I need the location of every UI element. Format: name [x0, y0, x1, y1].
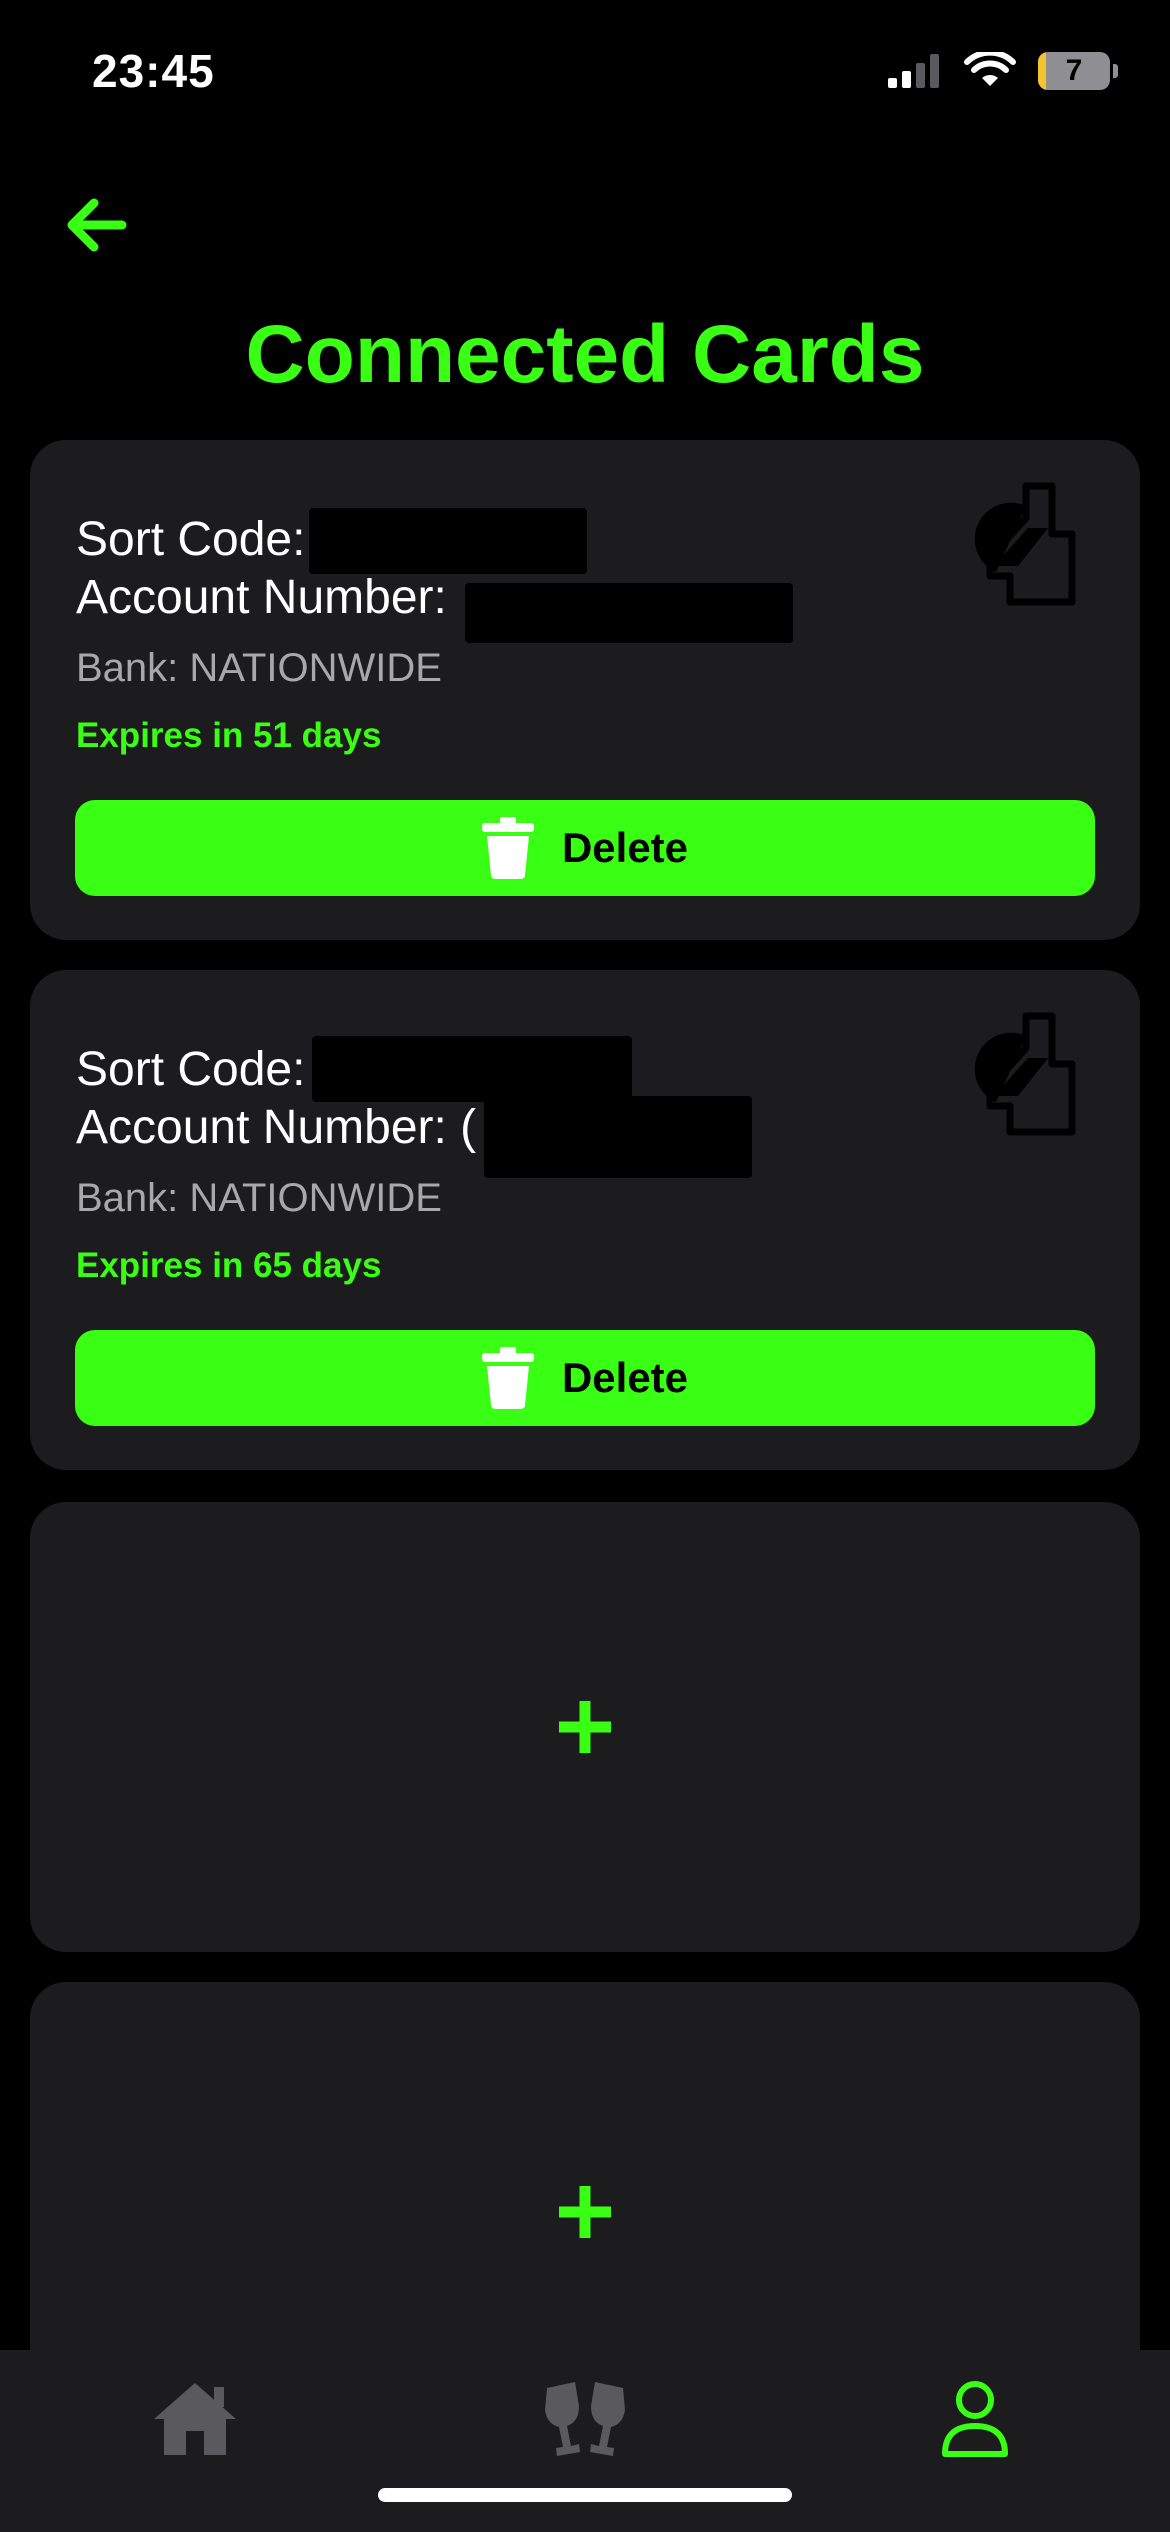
bank-name: Bank: NATIONWIDE: [76, 1176, 442, 1220]
tab-home[interactable]: [135, 2368, 255, 2468]
expiry-text: Expires in 51 days: [76, 716, 382, 755]
trash-icon: [481, 1347, 534, 1409]
arrow-left-icon: [67, 198, 127, 252]
trash-icon: [481, 817, 534, 879]
home-icon: [154, 2383, 236, 2455]
tab-social[interactable]: [525, 2368, 645, 2468]
tab-bar: [0, 2350, 1170, 2532]
cheers-glasses-icon: [545, 2382, 625, 2456]
battery-body: 7: [1038, 52, 1110, 90]
nationwide-bank-logo-icon: [974, 1012, 1076, 1136]
page-title: Connected Cards: [245, 309, 925, 400]
connected-card: Sort Code: Account Number: ( Bank: NATIO…: [30, 970, 1140, 1470]
plus-icon: [559, 2186, 611, 2238]
tab-profile[interactable]: [915, 2368, 1035, 2468]
battery-percentage: 7: [1065, 54, 1083, 87]
empty-card-slot: [30, 1502, 1140, 1952]
wifi-icon: [964, 52, 1016, 86]
sort-code-label: Sort Code:: [76, 1043, 306, 1096]
sort-code-redaction: [312, 1036, 632, 1102]
back-button[interactable]: [56, 190, 136, 260]
status-bar: 23:45 7: [0, 0, 1170, 150]
battery-fill: [1038, 52, 1046, 90]
account-number-redaction: [484, 1096, 752, 1178]
cellular-signal-icon: [888, 54, 939, 88]
user-icon: [942, 2381, 1008, 2457]
plus-icon: [559, 1701, 611, 1753]
status-time: 23:45: [92, 45, 215, 97]
sort-code-redaction: [309, 508, 587, 574]
sort-code-label: Sort Code:: [76, 513, 306, 566]
account-number-label: Account Number: (: [76, 1101, 477, 1154]
delete-card-button[interactable]: Delete: [75, 1330, 1095, 1426]
expiry-text: Expires in 65 days: [76, 1246, 382, 1285]
account-number-redaction: [465, 583, 793, 643]
add-card-button[interactable]: [30, 1502, 1140, 1952]
battery-cap: [1113, 64, 1118, 78]
delete-label: Delete: [561, 824, 689, 871]
battery-icon: 7: [1038, 52, 1118, 90]
bank-name: Bank: NATIONWIDE: [76, 646, 442, 690]
connected-card: Sort Code: Account Number: Bank: NATIONW…: [30, 440, 1140, 940]
delete-card-button[interactable]: Delete: [75, 800, 1095, 896]
nationwide-bank-logo-icon: [974, 482, 1076, 606]
home-indicator: [378, 2488, 792, 2502]
account-number-label: Account Number:: [76, 571, 447, 624]
delete-label: Delete: [561, 1354, 689, 1401]
status-icons: 7: [886, 52, 1118, 90]
